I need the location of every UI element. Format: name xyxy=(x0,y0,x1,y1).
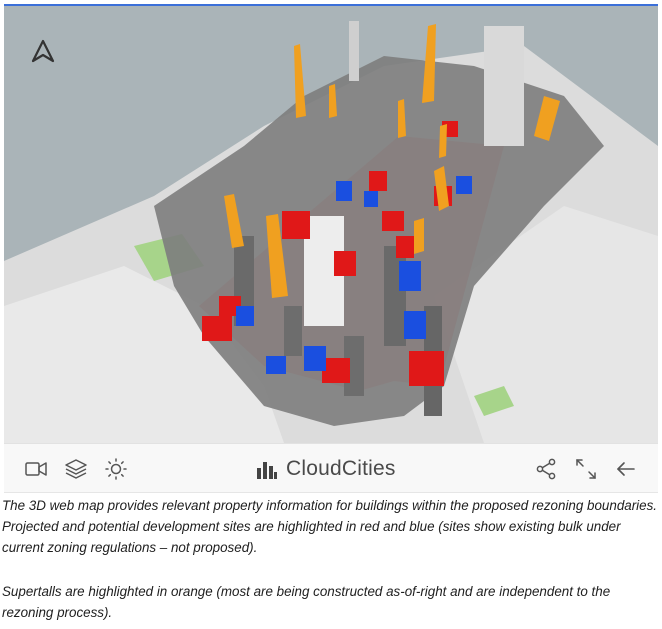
supertall-tower[interactable] xyxy=(414,218,424,254)
sun-icon[interactable] xyxy=(104,457,128,481)
north-arrow-icon xyxy=(31,39,55,63)
supertall-tower[interactable] xyxy=(439,124,447,158)
red-site[interactable] xyxy=(322,358,350,383)
caption-paragraph-1: The 3D web map provides relevant propert… xyxy=(2,498,658,555)
blue-site[interactable] xyxy=(399,261,421,291)
red-site[interactable] xyxy=(396,236,414,258)
red-site[interactable] xyxy=(409,351,444,386)
red-site[interactable] xyxy=(282,211,310,239)
white-tower xyxy=(484,26,524,146)
red-site[interactable] xyxy=(202,316,232,341)
compass-north-arrow[interactable] xyxy=(28,36,58,66)
cloudcities-brand[interactable]: CloudCities xyxy=(256,456,396,482)
red-site[interactable] xyxy=(334,251,356,276)
blue-site[interactable] xyxy=(364,191,378,207)
video-camera-icon[interactable] xyxy=(24,457,48,481)
blue-site[interactable] xyxy=(456,176,472,194)
blue-site[interactable] xyxy=(336,181,352,201)
blue-site[interactable] xyxy=(404,311,426,339)
grey-tower xyxy=(284,306,302,356)
expand-icon[interactable] xyxy=(574,457,598,481)
red-site[interactable] xyxy=(369,171,387,191)
blue-site[interactable] xyxy=(304,346,326,371)
layers-icon[interactable] xyxy=(64,457,88,481)
share-icon[interactable] xyxy=(534,457,558,481)
brand-name: CloudCities xyxy=(286,457,396,480)
red-site[interactable] xyxy=(382,211,404,231)
back-arrow-icon[interactable] xyxy=(614,457,638,481)
blue-site[interactable] xyxy=(236,306,254,326)
spire xyxy=(349,21,359,81)
caption-paragraph-2: Supertalls are highlighted in orange (mo… xyxy=(2,584,611,620)
map-scene[interactable] xyxy=(4,6,658,443)
cloudcities-logo-icon xyxy=(257,462,277,479)
3d-map-viewport[interactable] xyxy=(4,6,658,443)
map-toolbar: CloudCities xyxy=(4,443,658,493)
blue-site[interactable] xyxy=(266,356,286,374)
